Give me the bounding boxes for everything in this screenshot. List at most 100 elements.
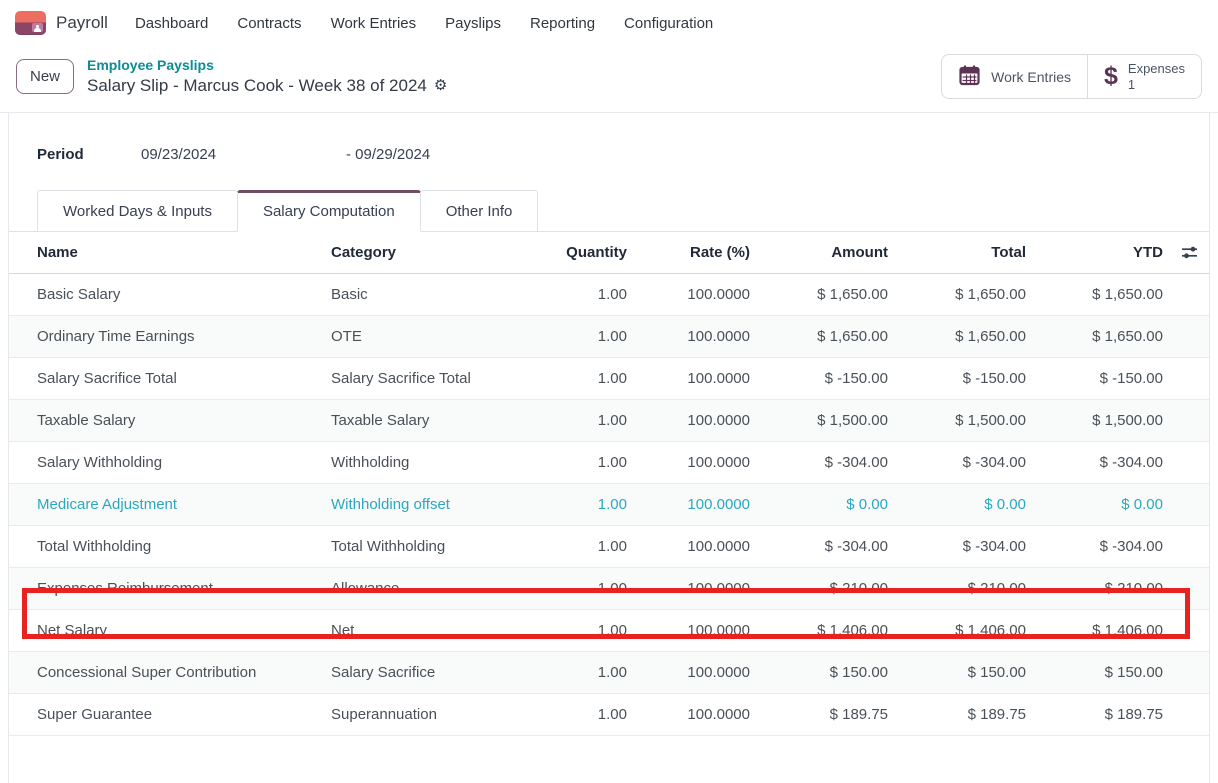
cell-name[interactable]: Super Guarantee	[9, 694, 321, 736]
cell-quantity[interactable]: 1.00	[517, 526, 637, 568]
cell-category[interactable]: Allowance	[321, 568, 517, 610]
cell-quantity[interactable]: 1.00	[517, 274, 637, 316]
cell-name[interactable]: Basic Salary	[9, 274, 321, 316]
cell-total[interactable]: $ 1,500.00	[898, 400, 1036, 442]
cell-category[interactable]: Taxable Salary	[321, 400, 517, 442]
expenses-button[interactable]: $ Expenses 1	[1087, 55, 1201, 98]
cell-rate[interactable]: 100.0000	[637, 610, 760, 652]
cell-ytd[interactable]: $ 189.75	[1036, 694, 1173, 736]
tab-other-info[interactable]: Other Info	[420, 190, 539, 232]
cell-amount[interactable]: $ 1,406.00	[760, 610, 898, 652]
cell-rate[interactable]: 100.0000	[637, 526, 760, 568]
table-row[interactable]: Medicare AdjustmentWithholding offset1.0…	[9, 484, 1209, 526]
nav-item-reporting[interactable]: Reporting	[528, 11, 597, 36]
cell-rate[interactable]: 100.0000	[637, 316, 760, 358]
cell-quantity[interactable]: 1.00	[517, 568, 637, 610]
gear-icon[interactable]: ⚙	[434, 78, 447, 93]
cell-ytd[interactable]: $ 1,500.00	[1036, 400, 1173, 442]
app-switcher[interactable]: Payroll	[15, 11, 108, 35]
nav-item-dashboard[interactable]: Dashboard	[133, 11, 210, 36]
column-header-amount[interactable]: Amount	[760, 232, 898, 274]
cell-category[interactable]: Salary Sacrifice	[321, 652, 517, 694]
nav-item-payslips[interactable]: Payslips	[443, 11, 503, 36]
table-row[interactable]: Basic SalaryBasic1.00100.0000$ 1,650.00$…	[9, 274, 1209, 316]
cell-ytd[interactable]: $ 1,650.00	[1036, 274, 1173, 316]
cell-total[interactable]: $ 1,650.00	[898, 274, 1036, 316]
column-header-name[interactable]: Name	[9, 232, 321, 274]
nav-item-contracts[interactable]: Contracts	[235, 11, 303, 36]
cell-category[interactable]: OTE	[321, 316, 517, 358]
cell-rate[interactable]: 100.0000	[637, 358, 760, 400]
cell-rate[interactable]: 100.0000	[637, 484, 760, 526]
column-header-category[interactable]: Category	[321, 232, 517, 274]
table-row[interactable]: Ordinary Time EarningsOTE1.00100.0000$ 1…	[9, 316, 1209, 358]
table-row[interactable]: Super GuaranteeSuperannuation1.00100.000…	[9, 694, 1209, 736]
nav-item-configuration[interactable]: Configuration	[622, 11, 715, 36]
cell-total[interactable]: $ 150.00	[898, 652, 1036, 694]
cell-total[interactable]: $ 0.00	[898, 484, 1036, 526]
cell-total[interactable]: $ -304.00	[898, 526, 1036, 568]
cell-quantity[interactable]: 1.00	[517, 484, 637, 526]
cell-ytd[interactable]: $ 150.00	[1036, 652, 1173, 694]
cell-rate[interactable]: 100.0000	[637, 400, 760, 442]
cell-name[interactable]: Salary Sacrifice Total	[9, 358, 321, 400]
tab-worked-days-inputs[interactable]: Worked Days & Inputs	[37, 190, 238, 232]
cell-name[interactable]: Concessional Super Contribution	[9, 652, 321, 694]
cell-amount[interactable]: $ -150.00	[760, 358, 898, 400]
cell-amount[interactable]: $ 1,650.00	[760, 274, 898, 316]
cell-amount[interactable]: $ -304.00	[760, 526, 898, 568]
cell-ytd[interactable]: $ 1,650.00	[1036, 316, 1173, 358]
cell-total[interactable]: $ 210.00	[898, 568, 1036, 610]
new-button[interactable]: New	[16, 59, 74, 94]
cell-ytd[interactable]: $ 1,406.00	[1036, 610, 1173, 652]
cell-amount[interactable]: $ 1,500.00	[760, 400, 898, 442]
cell-category[interactable]: Withholding offset	[321, 484, 517, 526]
cell-category[interactable]: Salary Sacrifice Total	[321, 358, 517, 400]
table-row[interactable]: Taxable SalaryTaxable Salary1.00100.0000…	[9, 400, 1209, 442]
work-entries-button[interactable]: Work Entries	[942, 55, 1087, 98]
table-row[interactable]: Salary WithholdingWithholding1.00100.000…	[9, 442, 1209, 484]
cell-name[interactable]: Net Salary	[9, 610, 321, 652]
cell-name[interactable]: Medicare Adjustment	[9, 484, 321, 526]
cell-rate[interactable]: 100.0000	[637, 694, 760, 736]
period-start-date[interactable]: 09/23/2024	[141, 146, 346, 163]
cell-rate[interactable]: 100.0000	[637, 652, 760, 694]
nav-item-work-entries[interactable]: Work Entries	[329, 11, 419, 36]
cell-name[interactable]: Salary Withholding	[9, 442, 321, 484]
cell-amount[interactable]: $ 1,650.00	[760, 316, 898, 358]
cell-amount[interactable]: $ 189.75	[760, 694, 898, 736]
cell-category[interactable]: Superannuation	[321, 694, 517, 736]
table-row[interactable]: Expenses ReimbursementAllowance1.00100.0…	[9, 568, 1209, 610]
cell-amount[interactable]: $ 210.00	[760, 568, 898, 610]
cell-name[interactable]: Taxable Salary	[9, 400, 321, 442]
cell-category[interactable]: Net	[321, 610, 517, 652]
cell-rate[interactable]: 100.0000	[637, 274, 760, 316]
table-row[interactable]: Salary Sacrifice TotalSalary Sacrifice T…	[9, 358, 1209, 400]
cell-name[interactable]: Total Withholding	[9, 526, 321, 568]
cell-total[interactable]: $ 1,650.00	[898, 316, 1036, 358]
cell-ytd[interactable]: $ -304.00	[1036, 442, 1173, 484]
cell-category[interactable]: Withholding	[321, 442, 517, 484]
cell-quantity[interactable]: 1.00	[517, 442, 637, 484]
cell-amount[interactable]: $ -304.00	[760, 442, 898, 484]
cell-quantity[interactable]: 1.00	[517, 652, 637, 694]
cell-name[interactable]: Expenses Reimbursement	[9, 568, 321, 610]
cell-total[interactable]: $ 189.75	[898, 694, 1036, 736]
period-end-date[interactable]: - 09/29/2024	[346, 146, 430, 163]
cell-total[interactable]: $ -150.00	[898, 358, 1036, 400]
cell-ytd[interactable]: $ -150.00	[1036, 358, 1173, 400]
cell-total[interactable]: $ -304.00	[898, 442, 1036, 484]
cell-ytd[interactable]: $ 210.00	[1036, 568, 1173, 610]
cell-quantity[interactable]: 1.00	[517, 358, 637, 400]
table-row[interactable]: Concessional Super ContributionSalary Sa…	[9, 652, 1209, 694]
cell-quantity[interactable]: 1.00	[517, 316, 637, 358]
cell-ytd[interactable]: $ -304.00	[1036, 526, 1173, 568]
cell-rate[interactable]: 100.0000	[637, 442, 760, 484]
cell-quantity[interactable]: 1.00	[517, 400, 637, 442]
cell-name[interactable]: Ordinary Time Earnings	[9, 316, 321, 358]
breadcrumb-parent-link[interactable]: Employee Payslips	[87, 56, 447, 74]
column-header-total[interactable]: Total	[898, 232, 1036, 274]
cell-quantity[interactable]: 1.00	[517, 610, 637, 652]
column-header-quantity[interactable]: Quantity	[517, 232, 637, 274]
cell-ytd[interactable]: $ 0.00	[1036, 484, 1173, 526]
